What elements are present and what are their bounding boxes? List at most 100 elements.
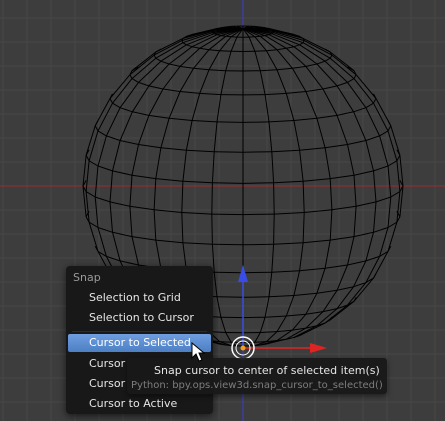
- mesh-edge: [268, 120, 294, 123]
- mesh-edge: [119, 111, 133, 141]
- mesh-edge: [285, 295, 295, 317]
- mesh-edge: [208, 69, 226, 72]
- mesh-edge: [199, 92, 221, 96]
- mesh-edge: [181, 212, 184, 243]
- mesh-edge: [242, 243, 274, 246]
- mesh-edge: [347, 236, 355, 266]
- mesh-edge: [168, 91, 181, 119]
- mesh-edge: [305, 63, 318, 67]
- mesh-edge: [119, 140, 139, 145]
- mesh-edge: [191, 93, 201, 121]
- manipulator-x-arrowhead[interactable]: [310, 343, 327, 353]
- menu-item-selection-to-cursor[interactable]: Selection to Cursor: [68, 309, 211, 327]
- mesh-edge: [129, 206, 133, 237]
- mesh-edge: [353, 175, 357, 207]
- mesh-edge: [292, 65, 306, 69]
- mesh-edge: [155, 57, 162, 62]
- mesh-edge: [324, 147, 331, 179]
- mesh-edge: [347, 144, 355, 176]
- mesh-edge: [353, 74, 357, 79]
- mesh-edge: [186, 44, 193, 48]
- mesh-edge: [353, 78, 374, 104]
- mesh-edge: [365, 232, 374, 262]
- mesh-edge: [254, 36, 267, 52]
- mesh-edge: [347, 78, 355, 83]
- mesh-edge: [160, 118, 170, 148]
- mesh-edge: [305, 91, 318, 119]
- mesh-edge: [254, 50, 267, 52]
- mesh-edge: [322, 85, 338, 90]
- mesh-edge: [242, 182, 274, 184]
- menu-item-cursor-to-selected[interactable]: Cursor to Selected: [68, 334, 211, 352]
- mesh-edge: [185, 120, 193, 151]
- mesh-edge: [242, 121, 270, 123]
- mesh-edge: [276, 67, 293, 71]
- mesh-edge: [208, 35, 227, 51]
- mesh-edge: [259, 35, 278, 51]
- mesh-edge: [153, 40, 183, 56]
- manipulator-z-arrowhead[interactable]: [238, 265, 248, 282]
- snap-menu-title: Snap: [73, 271, 101, 284]
- mesh-edge: [97, 130, 107, 137]
- mesh-edge: [387, 165, 392, 198]
- mesh-edge: [208, 50, 221, 71]
- mesh-edge: [299, 267, 326, 272]
- mesh-edge: [216, 296, 222, 318]
- mesh-edge: [353, 170, 374, 176]
- mesh-edge: [219, 36, 232, 52]
- mesh-edge: [271, 244, 275, 273]
- mesh-edge: [266, 49, 278, 52]
- mesh-edge: [336, 85, 355, 113]
- mesh-edge: [119, 260, 139, 266]
- mesh-edge: [97, 135, 107, 167]
- menu-separator: [72, 331, 207, 332]
- mesh-edge: [97, 165, 113, 172]
- mesh-edge: [331, 54, 357, 76]
- mesh-edge: [216, 296, 244, 298]
- mesh-edge: [162, 88, 181, 92]
- tooltip-python: Python: bpy.ops.view3d.snap_cursor_to_se…: [131, 380, 383, 391]
- menu-item-selection-to-grid[interactable]: Selection to Grid: [68, 289, 211, 307]
- mesh-edge: [85, 160, 90, 192]
- mesh-edge: [230, 36, 238, 52]
- mesh-edge: [182, 242, 213, 245]
- mesh-edge: [264, 94, 270, 122]
- mesh-edge: [286, 313, 306, 317]
- mesh-edge: [112, 232, 121, 262]
- mesh-edge: [259, 317, 266, 333]
- mesh-edge: [199, 47, 210, 51]
- mesh-edge: [387, 160, 398, 167]
- mesh-edge: [329, 300, 355, 321]
- mesh-edge: [276, 69, 287, 94]
- mesh-edge: [131, 144, 139, 176]
- mesh-edge: [199, 69, 210, 94]
- mesh-edge: [112, 170, 133, 176]
- mesh-edge: [291, 68, 307, 92]
- mesh-edge: [305, 66, 324, 90]
- mesh-edge: [119, 82, 139, 108]
- mesh-edge: [373, 201, 377, 233]
- mesh-edge: [214, 271, 244, 274]
- mesh-edge: [276, 49, 293, 69]
- mesh-edge: [88, 160, 99, 167]
- mouse-pointer-icon: [191, 342, 205, 362]
- mesh-edge: [211, 213, 244, 216]
- menu-item-cursor-to-active[interactable]: Cursor to Active: [68, 395, 211, 413]
- mesh-edge: [331, 205, 357, 211]
- mesh-edge: [325, 264, 348, 269]
- mesh-edge: [208, 49, 220, 52]
- mesh-edge: [212, 243, 244, 246]
- mesh-edge: [242, 296, 270, 298]
- mesh-edge: [336, 81, 348, 87]
- mesh-edge: [129, 205, 155, 211]
- mesh-edge: [293, 270, 301, 296]
- mesh-edge: [293, 46, 318, 65]
- mesh-edge: [273, 214, 275, 245]
- mesh-edge: [292, 313, 307, 331]
- mesh-edge: [285, 47, 307, 67]
- mesh-edge: [242, 271, 272, 274]
- mesh-edge: [193, 49, 210, 69]
- mesh-edge: [322, 290, 338, 312]
- mesh-edge: [179, 47, 201, 67]
- mesh-edge: [347, 82, 367, 108]
